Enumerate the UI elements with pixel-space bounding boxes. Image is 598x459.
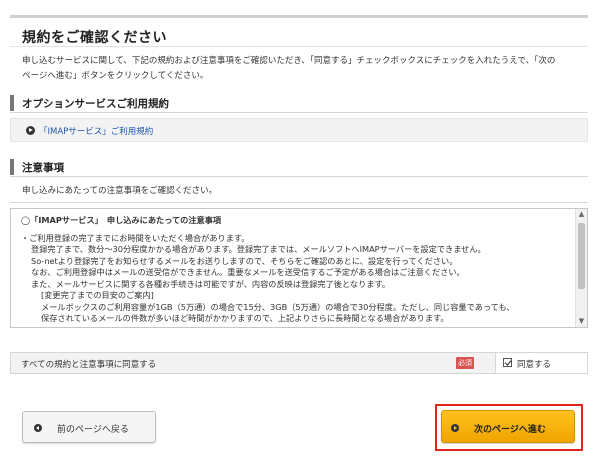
page-title: 規約をご確認ください xyxy=(22,30,167,46)
agreement-label: すべての規約と注意事項に同意する xyxy=(21,360,157,370)
notice-line: なお、ご利用登録中はメールの送受信ができません。重要なメールを送受信するご予定が… xyxy=(31,267,465,277)
agreement-label-cell: すべての規約と注意事項に同意する 必須 xyxy=(11,353,496,373)
notice-intro: 申し込みにあたっての注意事項をご確認ください。 xyxy=(10,181,588,203)
agree-checkbox[interactable] xyxy=(503,358,512,367)
notice-content: ◯「IMAPサービス」 申し込みにあたっての注意事項 ・ご利用登録の完了までにお… xyxy=(21,215,571,325)
back-button[interactable]: 前のページへ戻る xyxy=(22,411,156,443)
arrow-circle-icon xyxy=(26,126,35,135)
notice-line: So-netより登録完了をお知らせするメールをお送りしますので、そちらをご確認の… xyxy=(31,255,458,266)
agree-checkbox-label[interactable]: 同意する xyxy=(517,358,551,370)
next-button[interactable]: 次のページへ進む xyxy=(441,410,575,443)
arrow-right-circle-icon xyxy=(451,424,459,432)
title-divider xyxy=(10,46,588,47)
next-button-label: 次のページへ進む xyxy=(474,425,546,435)
section-bar xyxy=(10,159,14,175)
back-button-label: 前のページへ戻る xyxy=(57,425,129,435)
scrollbar-thumb[interactable] xyxy=(578,223,585,289)
option-section-title: オプションサービスご利用規約 xyxy=(22,98,169,110)
notice-line: また、メールサービスに関する各種お手続きは可能ですが、内容の反映は登録完了後とな… xyxy=(31,278,391,289)
notice-section-title: 注意事項 xyxy=(22,162,64,174)
intro-line-2: ページへ進む」ボタンをクリックしてください。 xyxy=(22,71,209,81)
intro-line-1: 申し込むサービスに関して、下記の規約および注意事項をご確認いただき、「同意する」… xyxy=(22,56,556,66)
notice-line: ・ご利用登録の完了までにお時間をいただく場合があります。 xyxy=(21,232,250,243)
notice-section-heading: 注意事項 xyxy=(10,157,588,177)
top-rule xyxy=(10,15,588,18)
arrow-left-circle-icon xyxy=(34,424,42,432)
notice-line: 保存されているメールの件数が多いほど時間がかかりますので、上記よりさらに長時間と… xyxy=(41,313,449,323)
agreement-row: すべての規約と注意事項に同意する 必須 同意する xyxy=(10,352,588,374)
notice-scroll-box[interactable]: ◯「IMAPサービス」 申し込みにあたっての注意事項 ・ご利用登録の完了までにお… xyxy=(10,208,588,328)
section-bar xyxy=(10,95,14,111)
notice-line: 登録完了まで、数分～30分程度かかる場合があります。登録完了までは、メールソフト… xyxy=(31,244,486,254)
notice-box-heading: ◯「IMAPサービス」 申し込みにあたっての注意事項 xyxy=(21,215,222,225)
notice-line: メールボックスのご利用容量が1GB（5万通）の場合で15分、3GB（5万通）の場… xyxy=(41,301,515,312)
scroll-down-icon[interactable]: ▼ xyxy=(576,316,587,327)
scrollbar[interactable]: ▲ ▼ xyxy=(575,209,587,327)
notice-line: [変更完了までの目安のご案内] xyxy=(41,290,154,300)
intro-text: 申し込むサービスに関して、下記の規約および注意事項をご確認いただき、「同意する」… xyxy=(22,54,582,84)
required-badge: 必須 xyxy=(456,357,474,369)
imap-terms-link[interactable]: 「IMAPサービス」ご利用規約 xyxy=(39,125,153,137)
option-section-heading: オプションサービスご利用規約 xyxy=(10,93,588,113)
terms-link-box: 「IMAPサービス」ご利用規約 xyxy=(10,118,588,142)
scroll-up-icon[interactable]: ▲ xyxy=(576,209,587,220)
